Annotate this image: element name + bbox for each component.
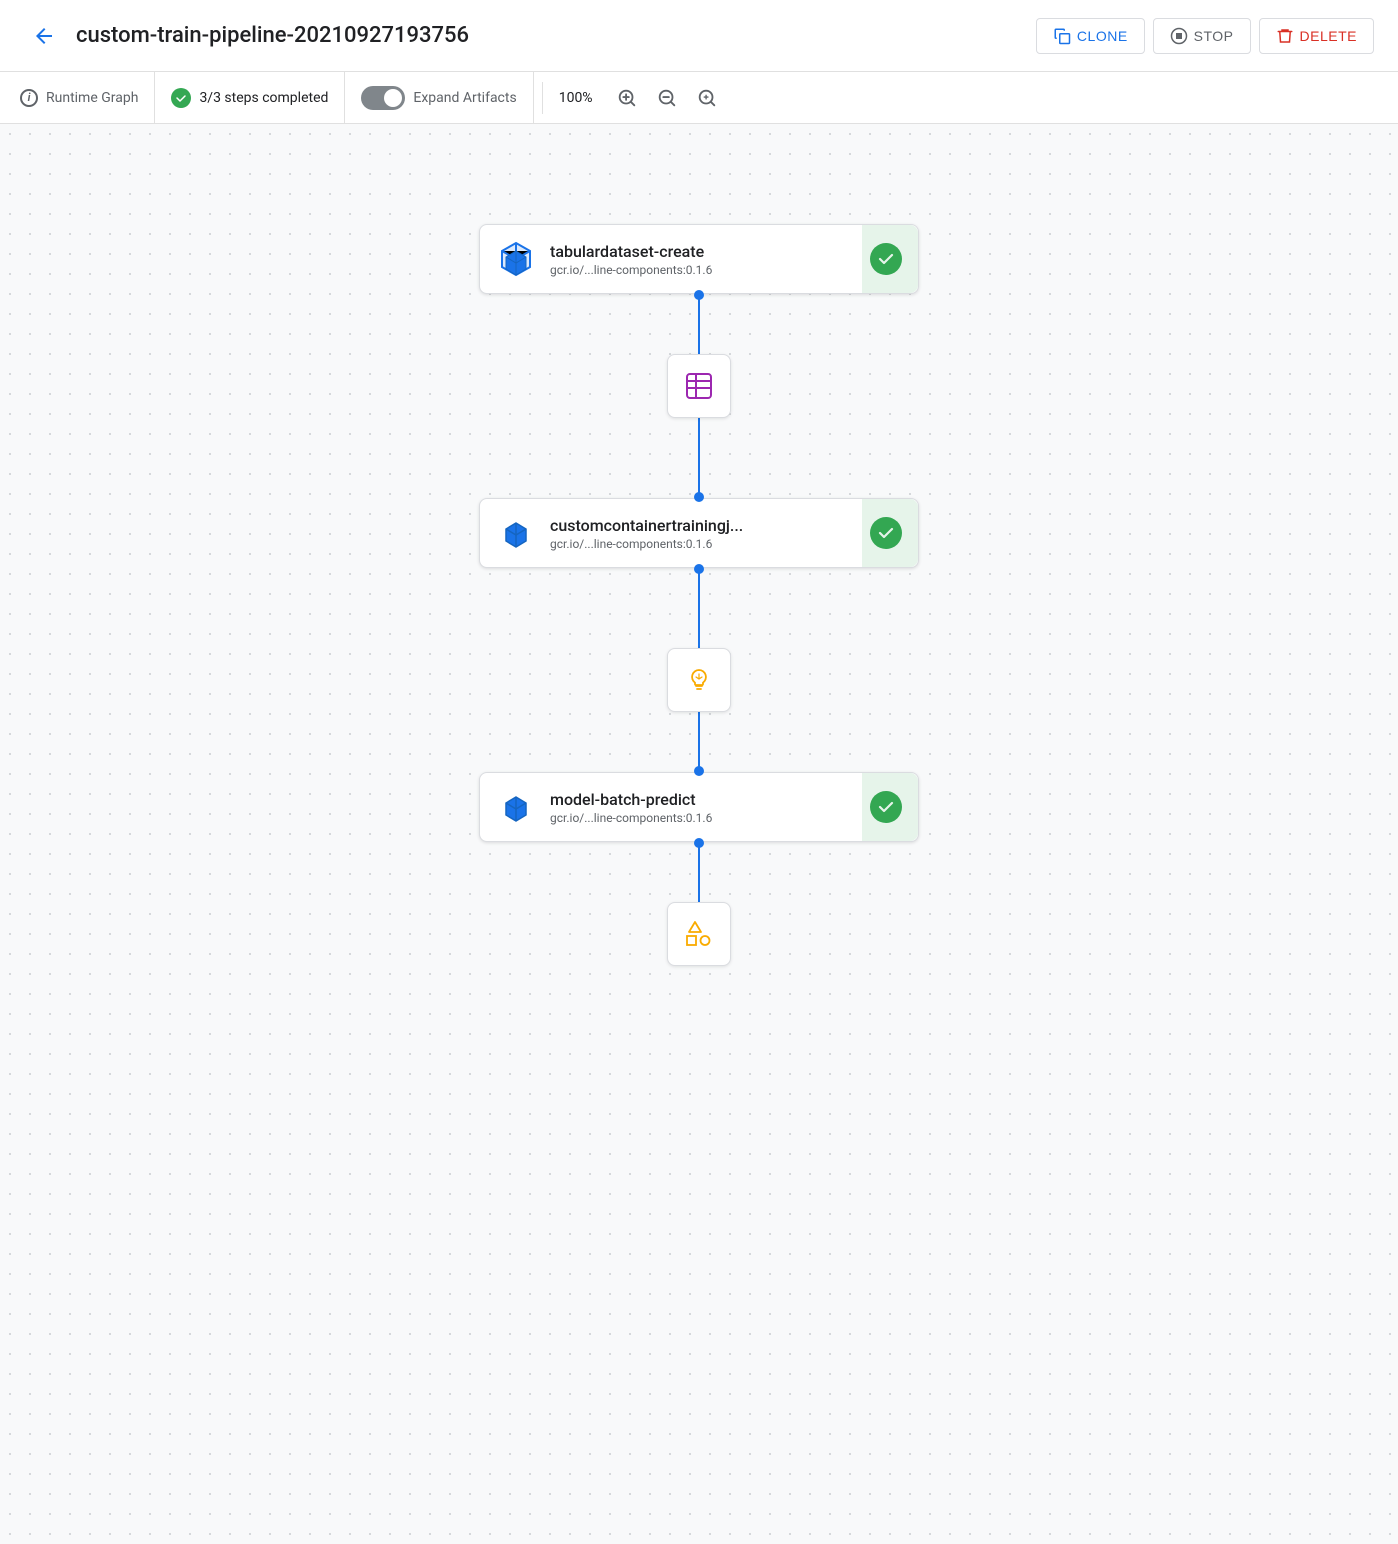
node-2-icon	[496, 513, 536, 553]
steps-check-icon	[171, 88, 191, 108]
steps-completed: 3/3 steps completed	[155, 72, 345, 123]
pipeline-node-3[interactable]: model-batch-predict gcr.io/...line-compo…	[479, 772, 919, 842]
expand-artifacts-toggle[interactable]: Expand Artifacts	[345, 72, 533, 123]
zoom-level: 100%	[551, 90, 601, 106]
clone-icon	[1053, 27, 1071, 45]
table-icon	[683, 370, 715, 402]
node-1-subtitle: gcr.io/...line-components:0.1.6	[550, 263, 858, 277]
node-1-icon	[496, 239, 536, 279]
node-2-info: customcontainertrainingj... gcr.io/...li…	[550, 516, 858, 551]
connector-segment-1	[667, 294, 731, 498]
zoom-fit-button[interactable]	[689, 80, 725, 116]
pipeline-container: tabulardataset-create gcr.io/...line-com…	[449, 124, 949, 1544]
artifact-lightbulb[interactable]	[667, 648, 731, 712]
node-2-status	[870, 517, 902, 549]
zoom-out-button[interactable]	[649, 80, 685, 116]
pipeline-canvas: tabulardataset-create gcr.io/...line-com…	[0, 124, 1398, 1544]
node-1-name: tabulardataset-create	[550, 242, 858, 261]
node-3-icon	[496, 787, 536, 827]
header-actions: CLONE STOP DELETE	[1036, 18, 1374, 54]
artifact-shapes[interactable]	[667, 902, 731, 966]
artifact-table[interactable]	[667, 354, 731, 418]
back-button[interactable]	[24, 16, 64, 56]
connector-tail	[667, 842, 731, 966]
node-3-info: model-batch-predict gcr.io/...line-compo…	[550, 790, 858, 825]
node-2-subtitle: gcr.io/...line-components:0.1.6	[550, 537, 858, 551]
delete-button[interactable]: DELETE	[1259, 18, 1374, 54]
pipeline-title: custom-train-pipeline-20210927193756	[76, 23, 1036, 48]
clone-button[interactable]: CLONE	[1036, 18, 1145, 54]
lightbulb-icon	[685, 666, 713, 694]
runtime-graph-btn[interactable]: i Runtime Graph	[20, 72, 155, 123]
stop-icon	[1170, 27, 1188, 45]
toolbar: i Runtime Graph 3/3 steps completed Expa…	[0, 72, 1398, 124]
node-3-name: model-batch-predict	[550, 790, 858, 809]
stop-button[interactable]: STOP	[1153, 18, 1251, 54]
node-1-status	[870, 243, 902, 275]
header: custom-train-pipeline-20210927193756 CLO…	[0, 0, 1398, 72]
pipeline-node-1[interactable]: tabulardataset-create gcr.io/...line-com…	[479, 224, 919, 294]
divider	[542, 82, 543, 114]
node-3-subtitle: gcr.io/...line-components:0.1.6	[550, 811, 858, 825]
node-3-status	[870, 791, 902, 823]
zoom-in-button[interactable]	[609, 80, 645, 116]
info-icon: i	[20, 89, 38, 107]
toggle-switch[interactable]	[361, 86, 405, 110]
delete-icon	[1276, 27, 1294, 45]
connector-segment-2	[667, 568, 731, 772]
pipeline-node-2[interactable]: customcontainertrainingj... gcr.io/...li…	[479, 498, 919, 568]
zoom-controls	[609, 80, 725, 116]
shapes-icon	[681, 916, 717, 952]
node-2-name: customcontainertrainingj...	[550, 516, 858, 535]
node-1-info: tabulardataset-create gcr.io/...line-com…	[550, 242, 858, 277]
